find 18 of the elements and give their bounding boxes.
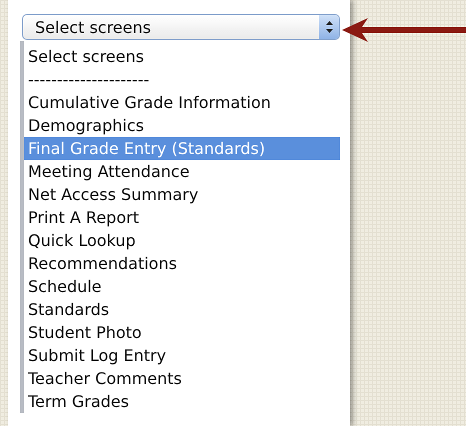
list-option[interactable]: Student Photo [24,321,340,344]
list-option[interactable]: Term Grades [24,390,340,413]
list-option[interactable]: Cumulative Grade Information [24,91,340,114]
list-option[interactable]: Quick Lookup [24,229,340,252]
list-option[interactable]: Select screens [24,45,340,68]
list-option[interactable]: Demographics [24,114,340,137]
list-option[interactable]: Standards [24,298,340,321]
list-option[interactable]: Meeting Attendance [24,160,340,183]
stepper-icon [319,15,339,39]
list-option[interactable]: Teacher Comments [24,367,340,390]
arrow-icon [342,18,466,42]
list-option[interactable]: --------------------- [24,68,340,91]
list-option[interactable]: Net Access Summary [24,183,340,206]
list-option[interactable]: Submit Log Entry [24,344,340,367]
list-option[interactable]: Print A Report [24,206,340,229]
list-option[interactable]: Recommendations [24,252,340,275]
list-option[interactable]: Schedule [24,275,340,298]
select-dropdown[interactable]: Select screens [22,14,340,40]
